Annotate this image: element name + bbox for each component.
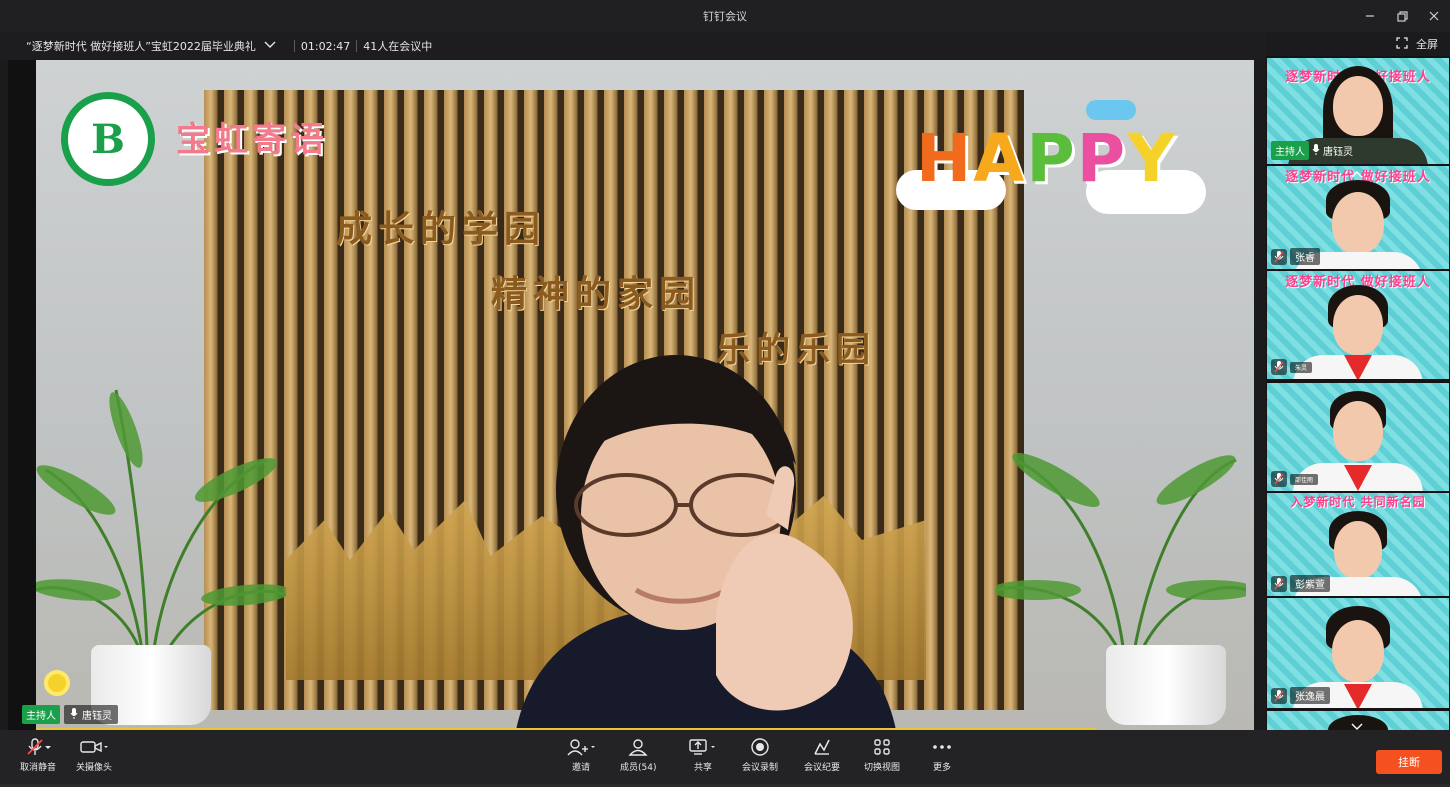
mic-muted-icon: [1271, 687, 1287, 704]
participant-tile[interactable]: 逐梦新时代 做好接班人 张睿: [1267, 166, 1449, 269]
video-scene: 成长的学园 精神的家园 乐的乐园 B 宝虹寄语 HAPPY: [36, 60, 1254, 730]
close-icon[interactable]: [1418, 0, 1450, 32]
participant-tile[interactable]: 逐梦新时代 做好接班人 主持人 唐钰灵: [1267, 58, 1449, 164]
main-video[interactable]: 成长的学园 精神的家园 乐的乐园 B 宝虹寄语 HAPPY 主持人 唐钰灵: [8, 60, 1254, 730]
happy-graphic: HAPPY: [916, 120, 1177, 197]
divider: [293, 40, 295, 52]
members-label: 成员(54): [620, 763, 657, 773]
share-screen-icon: [688, 738, 718, 756]
hangup-button[interactable]: 挂断: [1376, 750, 1442, 774]
participant-face: [1332, 620, 1384, 682]
participant-name: 彭紫萱: [1290, 575, 1330, 592]
participant-sidebar: 逐梦新时代 做好接班人 主持人 唐钰灵 逐梦新时代 做好接班人 张睿 逐梦新时代…: [1266, 56, 1450, 739]
red-scarf: [1344, 684, 1372, 708]
camera-icon: [79, 738, 109, 756]
participant-name: 张睿: [1290, 248, 1320, 265]
restore-icon[interactable]: [1386, 0, 1418, 32]
divider: [356, 40, 358, 52]
speaker-figure: [476, 315, 936, 730]
wall-slogan-2: 精神的家园: [491, 273, 702, 315]
switch-view-label: 切换视图: [864, 763, 901, 773]
record-button[interactable]: 会议录制: [742, 738, 778, 773]
participant-tile[interactable]: 张逸晨: [1267, 598, 1449, 708]
microphone-icon: [70, 707, 78, 722]
minutes-label: 会议纪要: [804, 763, 841, 773]
fullscreen-icon: [1396, 36, 1408, 52]
host-badge: 主持人: [22, 705, 60, 724]
tile-label: 张睿: [1271, 248, 1320, 265]
more-button[interactable]: 更多: [932, 738, 952, 773]
participant-face: [1334, 521, 1382, 579]
minutes-icon: [812, 738, 832, 756]
fullscreen-button[interactable]: 全屏: [1396, 36, 1438, 52]
camera-button[interactable]: 关摄像头: [76, 738, 112, 773]
microphone-icon: [1312, 143, 1320, 158]
tile-label: 彭紫萱: [1271, 575, 1330, 592]
more-label: 更多: [932, 763, 951, 773]
minimize-icon[interactable]: [1354, 0, 1386, 32]
invite-label: 邀请: [571, 763, 590, 773]
tile-label: 主持人 唐钰灵: [1271, 141, 1353, 160]
more-icon: [932, 738, 952, 756]
mic-muted-icon: [25, 738, 51, 756]
host-badge: 主持人: [1271, 141, 1309, 160]
section-title: 宝虹寄语: [176, 120, 328, 160]
cloud: [1086, 100, 1136, 120]
meeting-info-bar: “逐梦新时代 做好接班人”宝虹2022届毕业典礼 01:02:47 41人在会议…: [0, 32, 1266, 60]
participant-name: 朱灵: [1290, 361, 1313, 373]
mic-muted-icon: [1271, 359, 1287, 375]
camera-label: 关摄像头: [76, 763, 113, 773]
switch-view-button[interactable]: 切换视图: [864, 738, 900, 773]
wall-slogan-1: 成长的学园: [336, 208, 547, 250]
pot-right: [1106, 645, 1226, 725]
minutes-button[interactable]: 会议纪要: [804, 738, 840, 773]
record-icon: [750, 738, 770, 756]
participant-tile[interactable]: 逐梦新时代 做好接班人 朱灵: [1267, 271, 1449, 379]
members-icon: [627, 738, 649, 756]
members-button[interactable]: 成员(54): [620, 738, 656, 773]
meeting-name[interactable]: “逐梦新时代 做好接班人”宝虹2022届毕业典礼: [26, 38, 256, 54]
participant-name: 邵佳雨: [1290, 473, 1319, 485]
window-controls: [1354, 0, 1450, 32]
red-scarf: [1344, 465, 1372, 491]
participant-tile[interactable]: 邵佳雨: [1267, 383, 1449, 491]
add-user-icon: [566, 738, 596, 756]
tile-label: 邵佳雨: [1271, 471, 1319, 487]
unmute-button[interactable]: 取消静音: [20, 738, 56, 773]
mic-muted-icon: [1271, 471, 1287, 487]
speaker-name: 唐钰灵: [82, 711, 112, 722]
tile-label: 张逸晨: [1271, 687, 1330, 704]
mic-muted-icon: [1271, 248, 1287, 265]
title-bar: 钉钉会议: [0, 0, 1450, 32]
participant-face: [1332, 192, 1384, 254]
meeting-toolbar: 取消静音 关摄像头 邀请 成员(54) 共享 会议录制 会议纪要 切换视图 更多…: [0, 730, 1450, 787]
meeting-duration: 01:02:47: [300, 39, 351, 53]
mic-muted-icon: [1271, 575, 1287, 592]
participant-name: 张逸晨: [1290, 687, 1330, 704]
participant-face: [1333, 401, 1383, 461]
main-speaker-tag: 主持人 唐钰灵: [22, 705, 118, 724]
school-logo: B: [61, 92, 155, 186]
invite-button[interactable]: 邀请: [566, 738, 596, 773]
participants-status: 41人在会议中: [363, 40, 433, 53]
sun-decoration: [44, 670, 70, 696]
unmute-label: 取消静音: [20, 763, 57, 773]
participant-tile[interactable]: 入梦新时代 共同新名园 彭紫萱: [1267, 493, 1449, 596]
fullscreen-label: 全屏: [1416, 38, 1438, 51]
grid-view-icon: [873, 738, 891, 756]
speaker-chip: 唐钰灵: [64, 705, 118, 724]
window-title: 钉钉会议: [703, 10, 747, 23]
share-label: 共享: [693, 763, 712, 773]
participant-name: 唐钰灵: [1323, 147, 1353, 158]
tile-label: 朱灵: [1271, 359, 1313, 375]
participant-face: [1333, 76, 1383, 136]
chevron-down-icon[interactable]: [264, 41, 276, 52]
record-label: 会议录制: [742, 763, 779, 773]
participant-face: [1333, 295, 1383, 355]
red-scarf: [1344, 355, 1372, 379]
share-button[interactable]: 共享: [688, 738, 718, 773]
